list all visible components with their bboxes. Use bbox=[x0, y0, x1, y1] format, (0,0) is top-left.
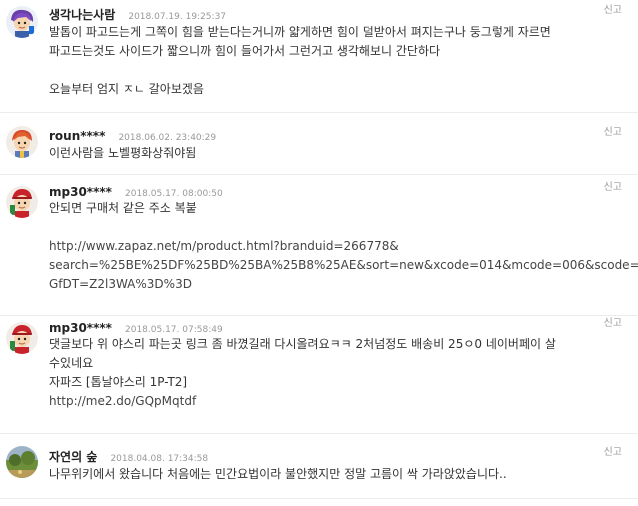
comment-nickname[interactable]: 자연의 숲 bbox=[49, 450, 97, 464]
comment-text-line bbox=[49, 61, 620, 80]
comment-header: roun**** 2018.06.02. 23:40:29 bbox=[49, 125, 216, 144]
comment-text-line bbox=[49, 218, 620, 237]
comment-body: 나무위키에서 왔습니다 처음에는 민간요법이라 불안했지만 정말 고름이 싹 가… bbox=[49, 465, 620, 484]
comment-text-line: 발톱이 파고드는게 그쪽이 힘을 받는다는거니까 얇게하면 힘이 덜받아서 펴지… bbox=[49, 25, 551, 39]
comment-body: 안되면 구매처 같은 주소 복붙 http://www.zapaz.net/m/… bbox=[49, 199, 638, 294]
comment-text-line: 댓글보다 위 야스리 파는곳 링크 좀 바꼈길래 다시올려요ㅋㅋ 2처넘정도 배… bbox=[49, 337, 556, 351]
comment-body: 발톱이 파고드는게 그쪽이 힘을 받는다는거니까 얇게하면 힘이 덜받아서 펴지… bbox=[49, 23, 620, 99]
comment-nickname[interactable]: mp30**** bbox=[49, 321, 112, 335]
comment-text-line: 이런사람을 노벨평화상줘야됨 bbox=[49, 146, 197, 160]
product-link[interactable]: http://me2.do/GQpMqtdf bbox=[49, 392, 620, 411]
comment-nickname[interactable]: roun**** bbox=[49, 129, 105, 143]
report-button[interactable]: 신고 bbox=[604, 178, 622, 193]
report-button[interactable]: 신고 bbox=[604, 314, 622, 329]
product-link[interactable]: search=%25BE%25DF%25BD%25BA%25B8%25AE&so… bbox=[49, 256, 638, 275]
report-button[interactable]: 신고 bbox=[604, 123, 622, 138]
comment-nickname[interactable]: mp30**** bbox=[49, 185, 112, 199]
comment-item: roun**** 2018.06.02. 23:40:29 신고 이런사람을 노… bbox=[0, 113, 638, 175]
comment-text-line: 수있네요 bbox=[49, 356, 94, 370]
comment-date: 2018.05.17. 08:00:50 bbox=[125, 189, 223, 199]
comment-text-line: 안되면 구매처 같은 주소 복붙 bbox=[49, 201, 197, 215]
comment-item: 자연의 숲 2018.04.08. 17:34:58 신고 나무위키에서 왔습니… bbox=[0, 434, 638, 499]
comment-nickname[interactable]: 생각나는사람 bbox=[49, 8, 115, 22]
comment-item: 생각나는사람 2018.07.19. 19:25:37 신고 발톱이 파고드는게… bbox=[0, 0, 638, 113]
comment-date: 2018.06.02. 23:40:29 bbox=[118, 133, 217, 143]
product-link[interactable]: http://www.zapaz.net/m/product.html?bran… bbox=[49, 237, 620, 256]
report-button[interactable]: 신고 bbox=[604, 1, 622, 16]
comment-header: 자연의 숲 2018.04.08. 17:34:58 bbox=[49, 446, 208, 465]
comment-text-line: 파고드는것도 사이드가 짧으니까 힘이 들어가서 그런거고 생각해보니 간단하다 bbox=[49, 44, 441, 58]
red-cap-character-icon[interactable] bbox=[6, 322, 38, 354]
comment-body: 댓글보다 위 야스리 파는곳 링크 좀 바꼈길래 다시올려요ㅋㅋ 2처넘정도 배… bbox=[49, 335, 620, 411]
comment-header: mp30**** 2018.05.17. 07:58:49 bbox=[49, 317, 223, 336]
red-haired-character-icon[interactable] bbox=[6, 126, 38, 158]
comment-list: 생각나는사람 2018.07.19. 19:25:37 신고 발톱이 파고드는게… bbox=[0, 0, 638, 499]
comment-header: mp30**** 2018.05.17. 08:00:50 bbox=[49, 181, 223, 200]
comment-date: 2018.05.17. 07:58:49 bbox=[125, 325, 223, 335]
comment-text-line: 자파즈 [톱날야스리 1P-T2] bbox=[49, 375, 188, 389]
report-button[interactable]: 신고 bbox=[604, 443, 622, 458]
comment-header: 생각나는사람 2018.07.19. 19:25:37 bbox=[49, 4, 226, 23]
comment-body: 이런사람을 노벨평화상줘야됨 bbox=[49, 144, 620, 163]
purple-haired-character-icon[interactable] bbox=[6, 6, 38, 38]
comment-date: 2018.04.08. 17:34:58 bbox=[110, 454, 209, 464]
product-link[interactable]: GfDT=Z2l3WA%3D%3D bbox=[49, 275, 620, 294]
comment-item: mp30**** 2018.05.17. 07:58:49 신고 댓글보다 위 … bbox=[0, 316, 638, 434]
landscape-photo-icon[interactable] bbox=[6, 446, 38, 478]
comment-text-line: 나무위키에서 왔습니다 처음에는 민간요법이라 불안했지만 정말 고름이 싹 가… bbox=[49, 467, 507, 481]
comment-date: 2018.07.19. 19:25:37 bbox=[128, 12, 227, 22]
red-cap-character-icon[interactable] bbox=[6, 186, 38, 218]
comment-item: mp30**** 2018.05.17. 08:00:50 신고 안되면 구매처… bbox=[0, 175, 638, 316]
comment-text-line: 오늘부터 엄지 ㅈㄴ 갈아보겠음 bbox=[49, 82, 204, 96]
